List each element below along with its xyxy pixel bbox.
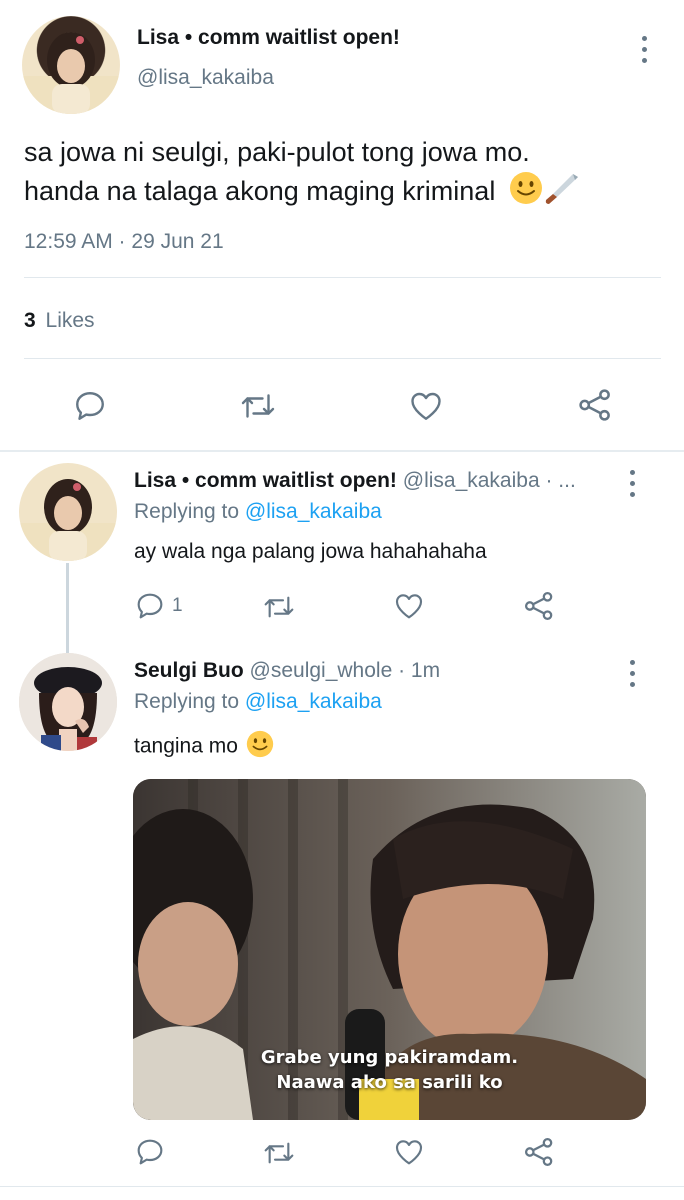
reply2-text: tangina mo (134, 734, 238, 758)
main-timestamp[interactable]: 12:59 AM · 29 Jun 21 (24, 230, 224, 254)
reply-icon[interactable] (134, 1136, 166, 1168)
retweet-icon[interactable] (261, 1137, 297, 1169)
main-tweet-text: sa jowa ni seulgi, paki-pulot tong jowa … (24, 134, 654, 215)
reply1-replying: Replying to @lisa_kakaiba (134, 500, 382, 524)
reply2-more-icon[interactable] (627, 660, 637, 687)
slightly-smiling-face-icon (509, 171, 543, 215)
share-icon[interactable] (522, 1135, 556, 1169)
reply1-header: Lisa • comm waitlist open! @lisa_kakaiba… (134, 469, 576, 493)
thread-line (66, 563, 69, 653)
replying-label: Replying to (134, 690, 240, 713)
replying-handle-link[interactable]: @lisa_kakaiba (245, 690, 382, 713)
likes-label: Likes (45, 309, 95, 332)
reply1-more-icon[interactable] (627, 470, 637, 497)
media-caption-line1: Grabe yung pakiramdam. (260, 1047, 519, 1068)
reply2-display-name[interactable]: Seulgi Buo (134, 659, 244, 682)
main-tweet-line2: handa na talaga akong maging kriminal (24, 176, 496, 207)
divider (0, 450, 684, 452)
share-icon[interactable] (522, 589, 556, 623)
slightly-smiling-face-icon (246, 730, 274, 764)
like-icon[interactable] (392, 1136, 426, 1168)
retweet-icon[interactable] (261, 591, 297, 623)
main-tweet-line1: sa jowa ni seulgi, paki-pulot tong jowa … (24, 137, 530, 167)
retweet-icon[interactable] (238, 388, 278, 424)
media-caption: Grabe yung pakiramdam. Naawa ako sa sari… (133, 1045, 646, 1095)
main-handle[interactable]: @lisa_kakaiba (137, 66, 274, 90)
like-icon[interactable] (392, 590, 426, 622)
reply-button[interactable]: 1 (134, 590, 183, 622)
reply1-meta[interactable]: @lisa_kakaiba · ... (403, 469, 576, 492)
reply2-header: Seulgi Buo @seulgi_whole · 1m (134, 659, 440, 683)
reply1-display-name[interactable]: Lisa • comm waitlist open! (134, 469, 397, 492)
divider (0, 1186, 684, 1187)
share-icon[interactable] (576, 386, 614, 424)
main-display-name[interactable]: Lisa • comm waitlist open! (137, 26, 400, 50)
main-tweet-line2-wrap: handa na talaga akong maging kriminal (24, 171, 654, 215)
lisa-avatar[interactable] (19, 463, 117, 561)
reply1-text: ay wala nga palang jowa hahahahaha (134, 540, 487, 563)
replying-label: Replying to (134, 500, 240, 523)
divider (24, 277, 661, 278)
divider (24, 358, 661, 359)
reply2-meta[interactable]: @seulgi_whole · 1m (250, 659, 441, 682)
likes-stat[interactable]: 3 Likes (24, 309, 95, 333)
reply-icon (134, 590, 166, 622)
like-icon[interactable] (407, 388, 445, 424)
seulgi-avatar[interactable] (19, 653, 117, 751)
knife-icon (543, 171, 579, 215)
reply2-text-wrap: tangina mo (134, 730, 274, 764)
media-caption-line2: Naawa ako sa sarili ko (276, 1072, 503, 1093)
reply-count: 1 (172, 595, 183, 616)
lisa-avatar[interactable] (22, 16, 120, 114)
reply2-media-image[interactable]: Grabe yung pakiramdam. Naawa ako sa sari… (133, 779, 646, 1120)
replying-handle-link[interactable]: @lisa_kakaiba (245, 500, 382, 523)
reply-icon[interactable] (72, 388, 108, 424)
likes-count: 3 (24, 309, 36, 332)
main-more-icon[interactable] (639, 36, 649, 63)
reply2-replying: Replying to @lisa_kakaiba (134, 690, 382, 714)
